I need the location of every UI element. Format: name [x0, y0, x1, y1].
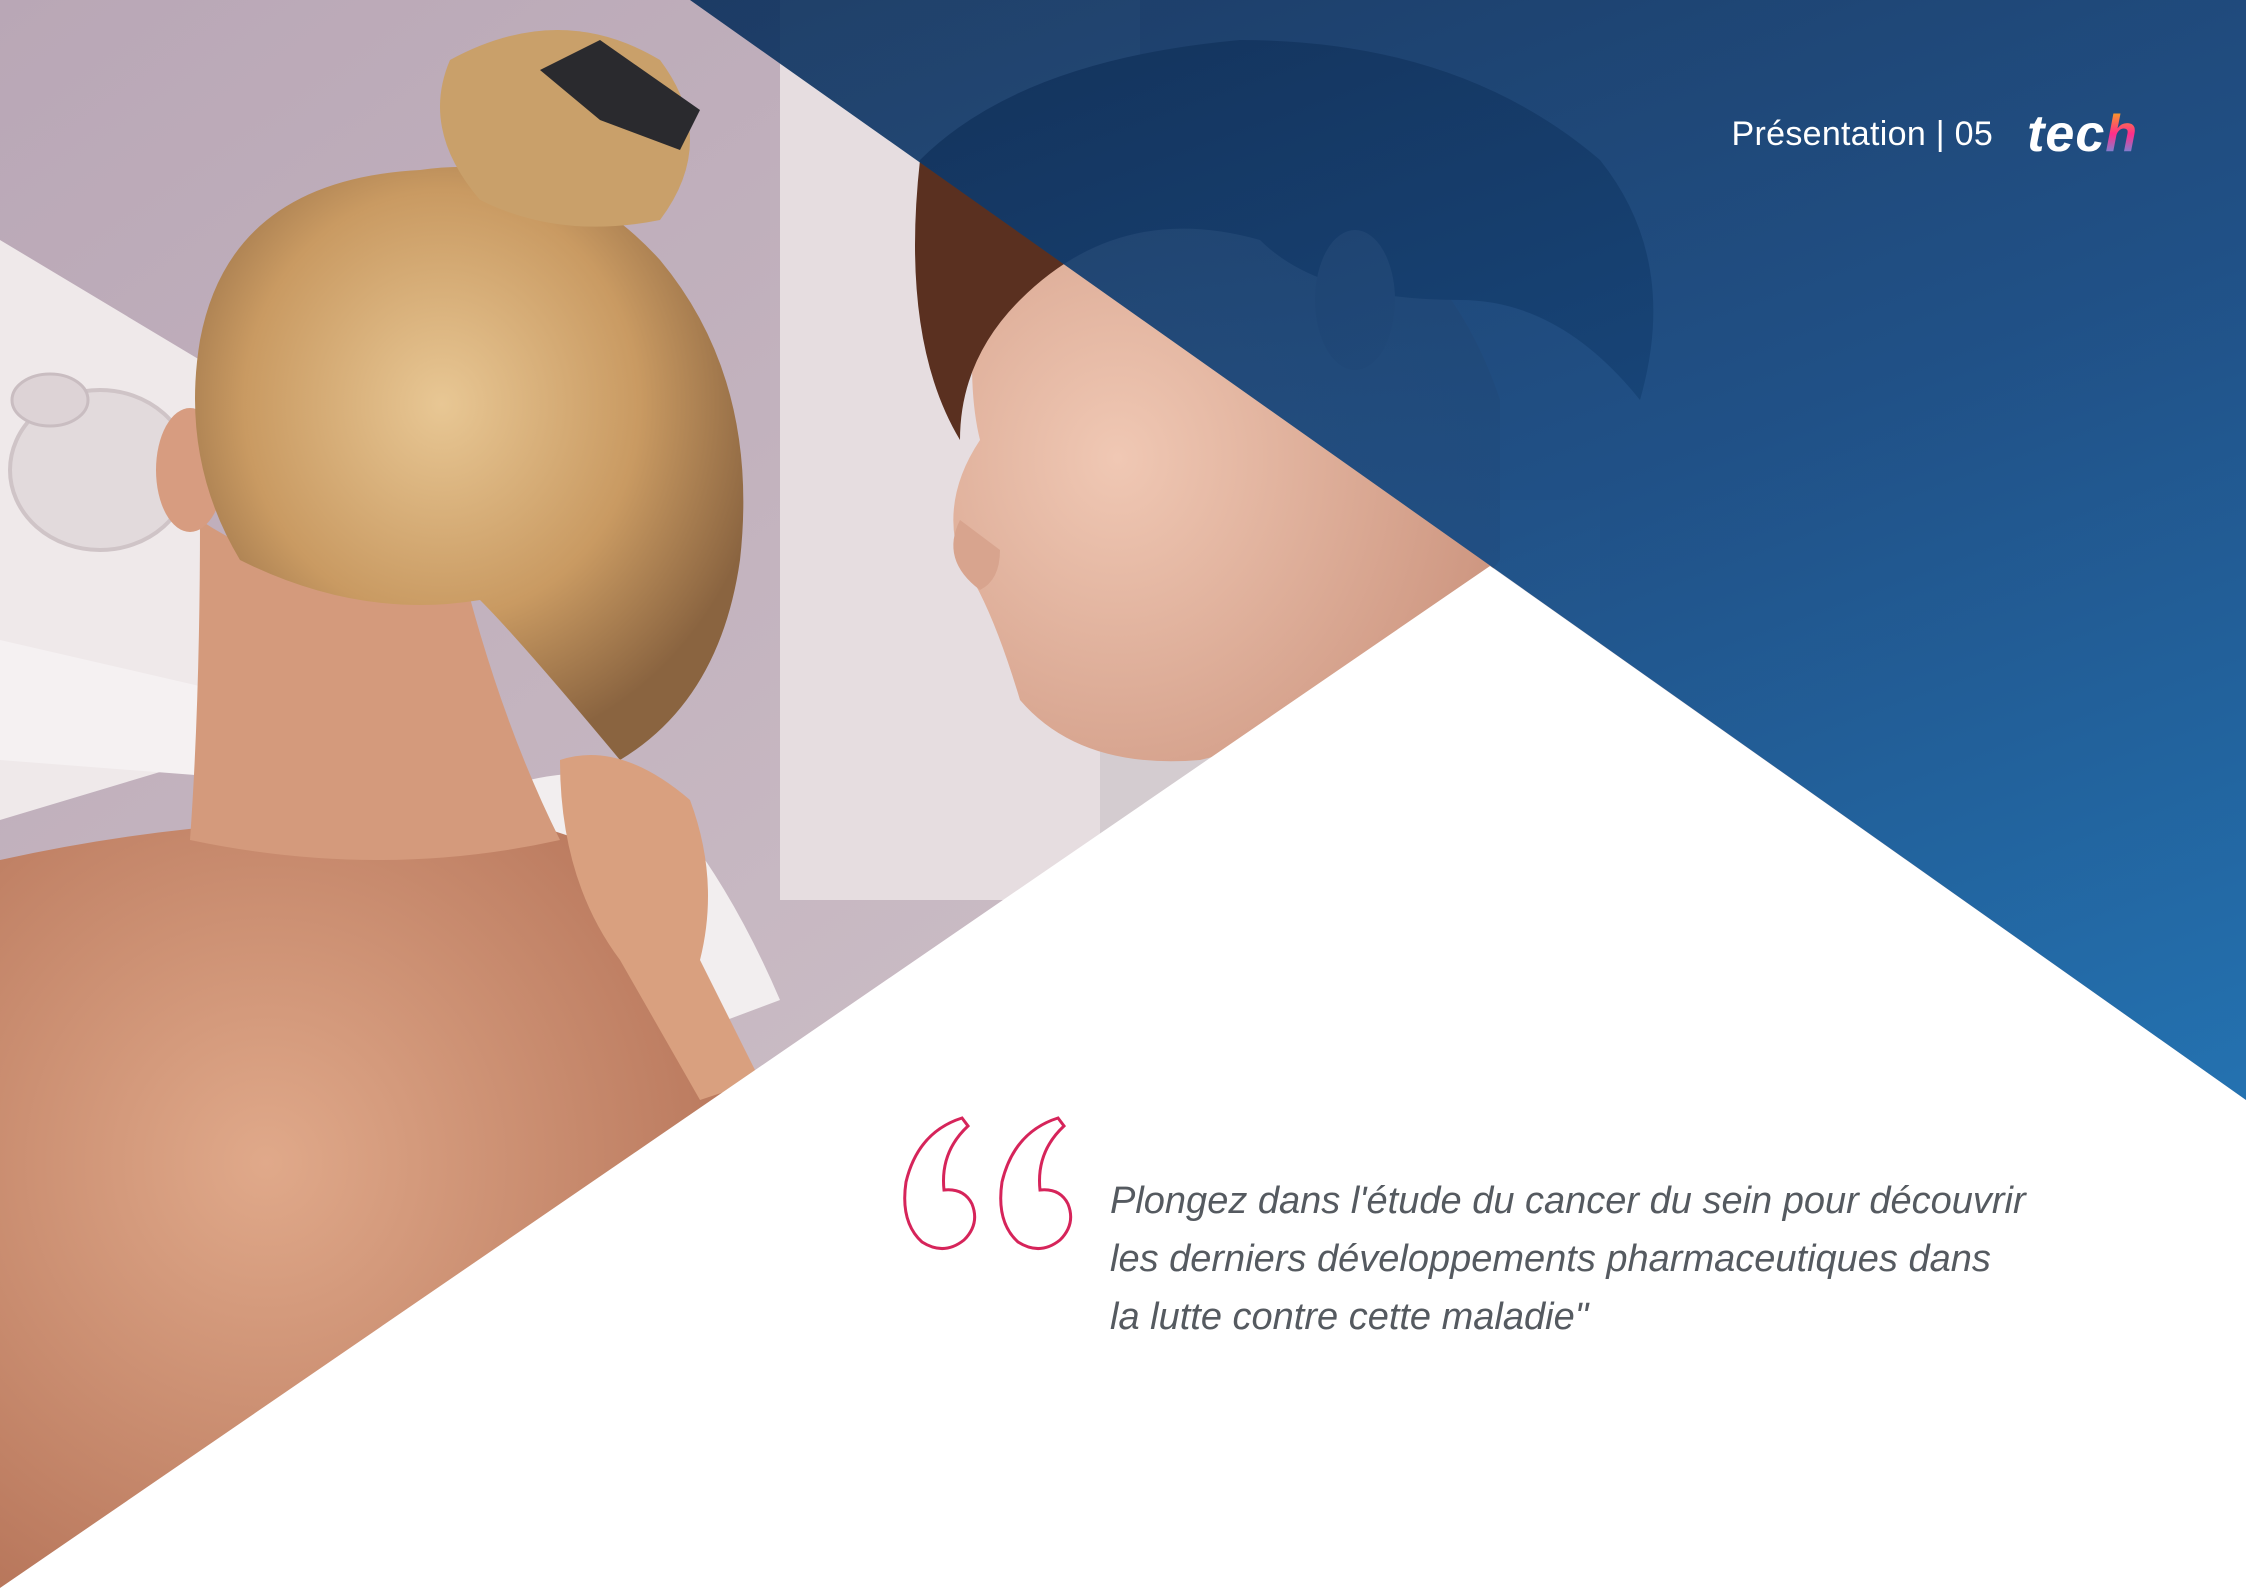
open-quote-icon	[903, 1116, 1073, 1250]
quote-line: Plongez dans l'étude du cancer du sein p…	[1110, 1180, 2026, 1222]
tech-logo: tec h	[2027, 104, 2138, 164]
page: Présentation | 05 tec h Plongez dans l'ét…	[0, 0, 2246, 1588]
quote-line: les derniers développements pharmaceutiq…	[1110, 1238, 1991, 1280]
logo-text: tec	[2027, 105, 2106, 163]
page-header: Présentation | 05 tec h	[1732, 104, 2138, 164]
quote-line: la lutte contre cette maladie"	[1110, 1296, 1589, 1338]
quote-text: Plongez dans l'étude du cancer du sein p…	[1110, 1172, 2050, 1346]
logo-accent: h	[2105, 105, 2138, 163]
section-label: Présentation | 05	[1731, 114, 1994, 153]
